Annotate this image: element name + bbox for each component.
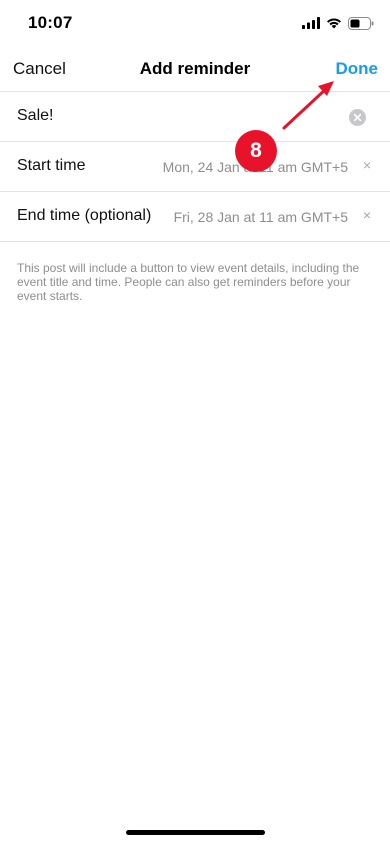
clear-start-time-icon[interactable]: × xyxy=(360,157,374,175)
page-title: Add reminder xyxy=(139,59,251,78)
status-icons xyxy=(302,16,374,30)
step-number-badge: 8 xyxy=(235,130,277,172)
battery-icon xyxy=(348,16,374,30)
reminder-name-input[interactable]: Sale! xyxy=(17,107,53,125)
clear-icon xyxy=(353,113,362,122)
status-bar: 10:07 xyxy=(0,0,390,46)
end-time-row[interactable]: End time (optional) Fri, 28 Jan at 11 am… xyxy=(0,192,390,242)
end-time-value[interactable]: Fri, 28 Jan at 11 am GMT+5 xyxy=(174,209,348,225)
done-button[interactable]: Done xyxy=(336,59,379,79)
reminder-name-row[interactable]: Sale! xyxy=(0,92,390,142)
start-time-label: Start time xyxy=(17,157,86,174)
nav-bar: Cancel Add reminder Done xyxy=(0,46,390,92)
info-text: This post will include a button to view … xyxy=(17,261,360,303)
status-time: 10:07 xyxy=(28,13,73,32)
home-indicator xyxy=(126,830,265,835)
start-time-row[interactable]: Start time Mon, 24 Jan at 11 am GMT+5 × xyxy=(0,142,390,192)
end-time-label: End time (optional) xyxy=(17,207,152,224)
signal-icon xyxy=(302,17,320,29)
clear-end-time-icon[interactable]: × xyxy=(360,207,374,225)
wifi-icon xyxy=(327,18,341,29)
clear-text-button[interactable] xyxy=(349,109,366,126)
